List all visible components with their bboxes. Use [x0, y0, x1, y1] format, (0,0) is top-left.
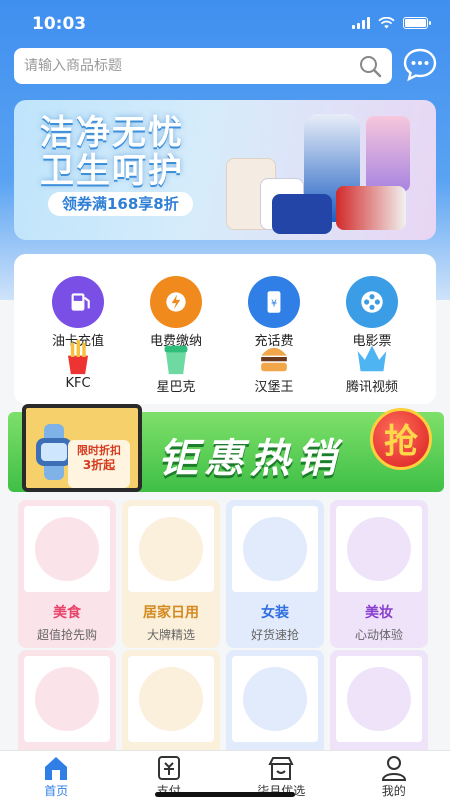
service-label: 汉堡王: [254, 380, 294, 395]
pay-icon: [157, 756, 180, 780]
category-image: [24, 506, 110, 592]
grab-button[interactable]: 抢: [370, 408, 432, 470]
category-subtitle: 心动体验: [354, 628, 403, 642]
category-title: 美食: [53, 605, 81, 621]
fries-icon: [52, 339, 104, 375]
category-image: [232, 506, 318, 592]
battery-icon: [403, 17, 431, 29]
search-input[interactable]: [24, 58, 358, 74]
home-indicator: [155, 792, 295, 797]
service-label: KFC: [65, 376, 91, 391]
laundry-pods-image: [336, 186, 406, 230]
svg-text:¥: ¥: [271, 298, 277, 309]
category-title: 女装: [261, 605, 289, 621]
category-card[interactable]: 美食 超值抢先购: [18, 500, 116, 648]
message-icon[interactable]: [402, 46, 438, 82]
banner-title: 洁净无忧 卫生呵护: [40, 113, 184, 191]
wifi-icon: [378, 17, 395, 29]
phone-yuan-icon: ¥: [248, 276, 300, 328]
service-crown[interactable]: 腾讯视频: [322, 340, 422, 395]
shop-icon: [268, 757, 294, 780]
category-title: 居家日用: [143, 605, 199, 621]
service-burger[interactable]: 汉堡王: [224, 340, 324, 395]
banner-coupon: 领券满168享8折: [48, 192, 193, 216]
tab-home[interactable]: 首页: [0, 751, 113, 800]
category-title: 美妆: [365, 605, 393, 621]
promo-strip[interactable]: 限时折扣 3折起 钜惠热销 抢: [8, 404, 444, 496]
tab-profile[interactable]: 我的: [338, 751, 450, 800]
category-card[interactable]: 美妆 心动体验: [330, 500, 428, 648]
vinda-pack-image: [272, 194, 332, 234]
search-bar[interactable]: [14, 48, 392, 84]
film-reel-icon: [346, 276, 398, 328]
category-image: [336, 506, 422, 592]
burger-icon: [248, 340, 300, 374]
category-subtitle: 超值抢先购: [36, 628, 97, 642]
promo-discount-tag: 限时折扣 3折起: [68, 440, 130, 488]
lightning-icon: [150, 276, 202, 328]
category-image: [232, 656, 318, 742]
category-subtitle: 大牌精选: [146, 628, 195, 642]
signal-icon: [352, 17, 370, 29]
promo-banner[interactable]: 洁净无忧 卫生呵护 领券满168享8折: [14, 100, 436, 240]
category-card[interactable]: 女装 好货速抢: [226, 500, 324, 648]
status-bar: 10:03: [0, 0, 450, 44]
service-cup[interactable]: 星巴克: [126, 340, 226, 395]
category-image: [24, 656, 110, 742]
promo-title: 钜惠热销: [158, 436, 342, 482]
service-label: 星巴克: [156, 380, 196, 395]
search-icon[interactable]: [358, 54, 382, 78]
status-time: 10:03: [32, 14, 87, 34]
category-image: [336, 656, 422, 742]
status-icons: [352, 17, 431, 29]
category-image: [128, 656, 214, 742]
fuel-icon: [52, 276, 104, 328]
category-image: [128, 506, 214, 592]
home-icon: [45, 757, 68, 780]
category-card[interactable]: 居家日用 大牌精选: [122, 500, 220, 648]
category-subtitle: 好货速抢: [250, 628, 299, 642]
service-label: 腾讯视频: [345, 380, 398, 395]
user-icon: [381, 756, 406, 781]
toothbrush-pack-image: [366, 116, 410, 192]
crown-icon: [346, 340, 398, 374]
service-fries[interactable]: KFC: [28, 339, 128, 391]
cup-icon: [150, 340, 202, 375]
